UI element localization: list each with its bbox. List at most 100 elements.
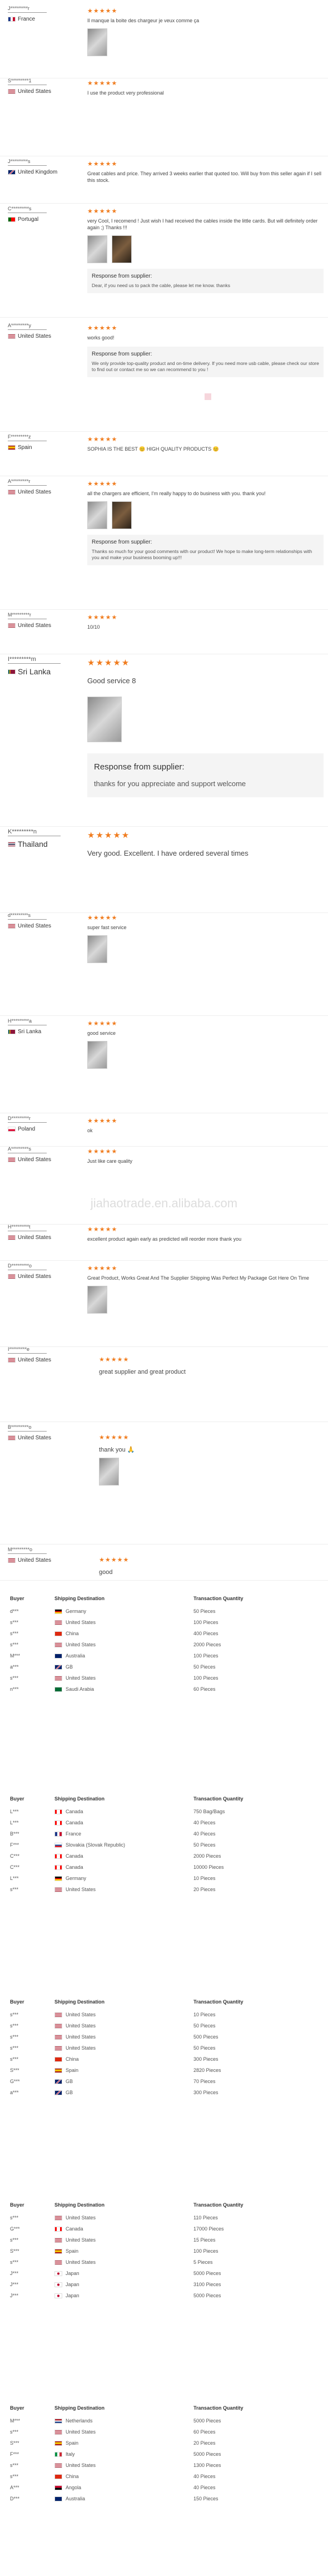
review-photo-thumbnail[interactable]	[87, 1286, 107, 1314]
quantity-cell: 5000 Pieces	[193, 2451, 221, 2457]
review-content: ★★★★★ Great cables and price. They arrive…	[87, 161, 324, 184]
destination-cell: Germany	[54, 1608, 193, 1614]
buyer-cell: n***	[10, 1686, 19, 1692]
destination-name: United States	[66, 2215, 96, 2220]
quantity-cell: 60 Pieces	[193, 1686, 216, 1692]
review-content: ★★★★★ SOPHIA IS THE BEST 😊 HIGH QUALITY P…	[87, 436, 324, 452]
star-rating: ★★★★★	[99, 1434, 130, 1441]
country-name: Spain	[18, 445, 32, 451]
review-photo-thumbnail[interactable]	[87, 1041, 107, 1069]
transaction-table: Buyer Shipping Destination Transaction Qua…	[8, 1995, 320, 2098]
review-photo-thumbnail[interactable]	[112, 235, 132, 263]
header-qty: Transaction Quantity	[193, 2202, 243, 2208]
country-name: United States	[18, 1274, 52, 1280]
review-photo-thumbnail[interactable]	[87, 501, 107, 529]
transaction-header: Buyer Shipping Destination Transaction Qua…	[8, 1591, 320, 1606]
country-name: United States	[18, 1557, 52, 1563]
country-name: United States	[18, 1435, 52, 1441]
destination-name: Angola	[66, 2485, 82, 2490]
quantity-cell: 100 Pieces	[193, 1675, 218, 1681]
buyer-cell: S***	[10, 2067, 19, 2073]
flag-icon	[8, 1435, 16, 1440]
header-dest: Shipping Destination	[54, 1596, 105, 1601]
flag-icon	[54, 1631, 62, 1636]
review-item: H*********t United States ★★★★★ excellent p…	[0, 1224, 328, 1261]
reviewer-name: C*********s	[8, 206, 47, 213]
quantity-cell: 500 Pieces	[193, 2034, 218, 2040]
review-text: excellent product again early as predict…	[87, 1236, 242, 1242]
review-photo-thumbnail[interactable]	[112, 501, 132, 529]
transaction-header: Buyer Shipping Destination Transaction Qua…	[8, 1792, 320, 1806]
table-row: S*** Spain 20 Pieces	[8, 2437, 320, 2449]
reviewer-name: A*********y	[8, 323, 47, 330]
buyer-cell: s***	[10, 2463, 19, 2468]
buyer-cell: L***	[10, 1820, 19, 1825]
star-rating: ★★★★★	[87, 208, 118, 215]
transaction-table: Buyer Shipping Destination Transaction Qua…	[8, 2198, 320, 2301]
review-item: D*********o United States ★★★★★ Great Produ…	[0, 1263, 328, 1347]
destination-name: United States	[66, 2034, 96, 2040]
table-row: M*** Australia 100 Pieces	[8, 1650, 320, 1661]
flag-icon	[54, 2056, 62, 2062]
destination-name: Canada	[66, 1809, 83, 1814]
flag-icon	[54, 2418, 62, 2424]
reviewer-country: France	[8, 16, 74, 22]
reviewer-info: A*********r United States	[8, 478, 74, 495]
review-photo-thumbnail[interactable]	[87, 28, 107, 56]
destination-name: Japan	[66, 2293, 79, 2298]
header-dest: Shipping Destination	[54, 2405, 105, 2411]
table-row: s*** United States 500 Pieces	[8, 2031, 320, 2042]
review-photos	[87, 935, 324, 963]
quantity-cell: 5000 Pieces	[193, 2271, 221, 2276]
table-row: s*** United States 50 Pieces	[8, 2042, 320, 2054]
review-content: ★★★★★ Il manque la boite des chargeur je …	[87, 8, 324, 56]
review-item: J*********s United Kingdom ★★★★★ Great cabl…	[0, 159, 328, 204]
buyer-cell: s***	[10, 2237, 19, 2243]
response-title: Response from supplier:	[94, 762, 185, 772]
review-photo-thumbnail[interactable]	[87, 935, 107, 963]
reviewer-name: H*********a	[8, 1018, 47, 1025]
review-photo-thumbnail[interactable]	[87, 235, 107, 263]
table-row: S*** Spain 2820 Pieces	[8, 2065, 320, 2076]
destination-cell: GB	[54, 2090, 193, 2095]
review-content: ★★★★★ ok	[87, 1118, 324, 1134]
destination-name: United States	[66, 2259, 96, 2265]
destination-name: Spain	[66, 2440, 79, 2446]
flag-icon	[54, 1842, 62, 1848]
destination-cell: United States	[54, 1620, 193, 1625]
review-item: d*********s United States ★★★★★ super fast …	[0, 912, 328, 1016]
header-qty: Transaction Quantity	[193, 1596, 243, 1601]
destination-name: China	[66, 2474, 79, 2479]
flag-icon	[54, 1820, 62, 1825]
buyer-cell: C***	[10, 1853, 20, 1859]
destination-cell: United States	[54, 2237, 193, 2243]
quantity-cell: 40 Pieces	[193, 1820, 216, 1825]
header-qty: Transaction Quantity	[193, 1796, 243, 1802]
review-photos	[87, 28, 324, 56]
flag-icon	[8, 623, 16, 628]
review-text: Il manque la boite des chargeur je veux …	[87, 18, 200, 23]
flag-icon	[8, 170, 16, 175]
destination-name: Japan	[66, 2271, 79, 2276]
star-rating: ★★★★★	[87, 481, 118, 487]
reviewer-name: M*********o	[8, 1547, 47, 1554]
flag-icon	[54, 2474, 62, 2479]
flag-icon	[54, 1864, 62, 1870]
quantity-cell: 5000 Pieces	[193, 2293, 221, 2298]
quantity-cell: 5000 Pieces	[193, 2418, 221, 2424]
table-row: G*** GB 70 Pieces	[8, 2076, 320, 2087]
buyer-cell: s***	[10, 2012, 19, 2017]
destination-cell: China	[54, 2056, 193, 2062]
review-photo-thumbnail[interactable]	[87, 697, 122, 742]
reviewer-country: United States	[8, 1435, 74, 1441]
review-content: ★★★★★ Great Product, Works Great And The …	[87, 1265, 324, 1314]
review-photo-thumbnail[interactable]	[99, 1458, 119, 1486]
destination-cell: Germany	[54, 1876, 193, 1881]
star-rating: ★★★★★	[99, 1356, 130, 1363]
flag-icon	[54, 1675, 62, 1681]
flag-icon	[54, 2226, 62, 2232]
review-text: ok	[87, 1128, 93, 1133]
reviewer-info: K*********n Thailand	[8, 829, 74, 848]
review-text: very Cool, I recomend ! Just wish I had …	[87, 218, 318, 230]
destination-cell: Angola	[54, 2485, 193, 2490]
